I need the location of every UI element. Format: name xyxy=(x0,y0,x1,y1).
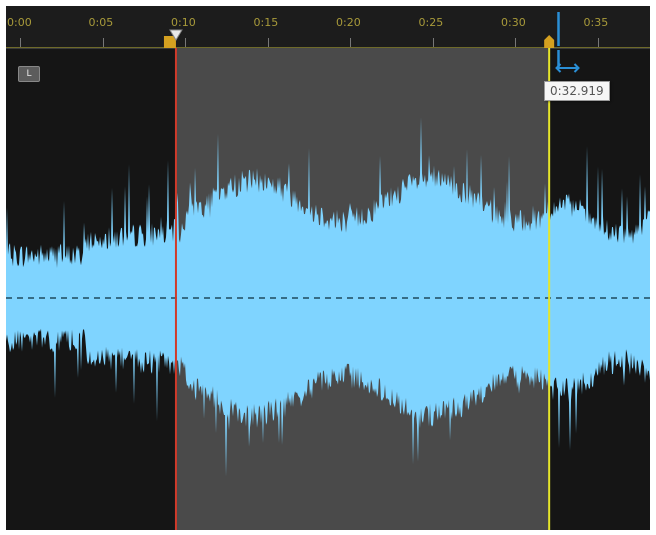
time-tooltip: 0:32.919 xyxy=(544,81,610,101)
waveform-shape xyxy=(6,117,650,477)
ruler-tick xyxy=(185,38,186,47)
waveform-svg xyxy=(6,117,650,477)
channel-toggle-button[interactable]: L xyxy=(18,66,40,82)
ruler-tick xyxy=(102,38,104,47)
ruler-tick xyxy=(350,38,351,47)
ruler-label: 0:15 xyxy=(253,16,279,29)
ruler-label: 0:30 xyxy=(501,16,526,29)
ruler-label: 0:05 xyxy=(88,16,114,29)
time-ruler[interactable]: 0:00 0:05 0:10 0:15 0:20 0:25 0:30 0:35 xyxy=(6,6,650,49)
ruler-tick xyxy=(267,38,269,47)
ruler-label: 0:35 xyxy=(583,16,609,29)
waveform-view[interactable]: L xyxy=(6,48,650,530)
waveform-editor: 0:00 0:05 0:10 0:15 0:20 0:25 0:30 0:35 L 0:32.… xyxy=(6,6,650,530)
ruler-label: 0:25 xyxy=(418,16,444,29)
ruler-label: 0:00 xyxy=(7,16,32,29)
ruler-tick xyxy=(597,38,599,47)
ruler-tick xyxy=(515,38,516,47)
ruler-label: 0:20 xyxy=(336,16,361,29)
ruler-tick xyxy=(20,38,21,47)
ruler-label: 0:10 xyxy=(171,16,196,29)
ruler-tick xyxy=(432,38,434,47)
